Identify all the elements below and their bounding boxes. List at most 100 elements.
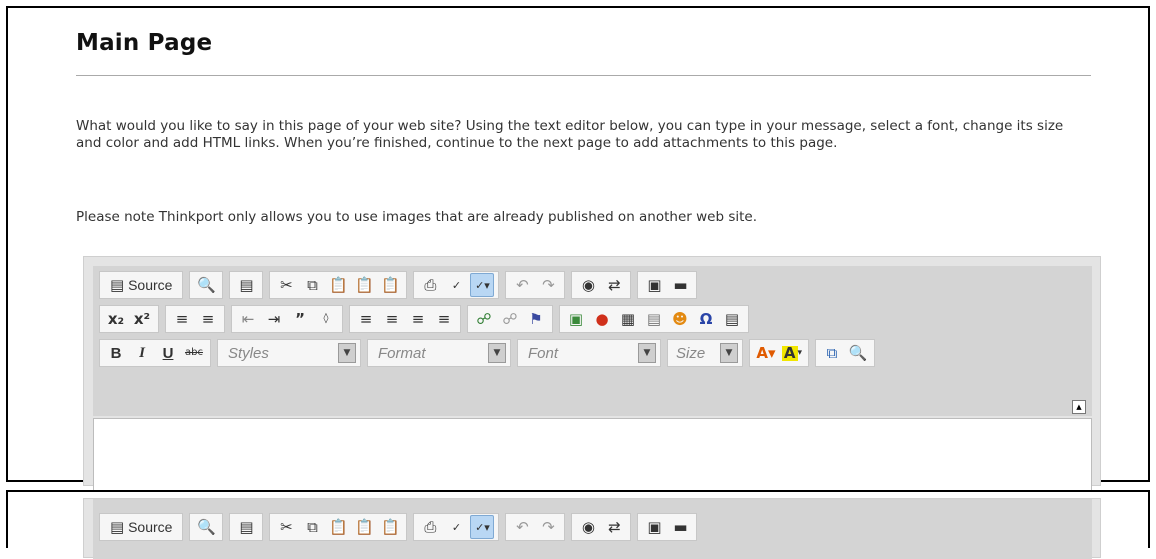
chevron-down-icon: ▼ bbox=[638, 343, 656, 363]
paste-word-button[interactable]: 📋 bbox=[378, 273, 402, 297]
table-button[interactable]: ▦ bbox=[616, 307, 640, 331]
templates-button[interactable]: ▤ bbox=[234, 273, 258, 297]
bulleted-list-button[interactable]: ≡ bbox=[196, 307, 220, 331]
align-center-icon: ≡ bbox=[385, 309, 399, 328]
document-icon: ▤ bbox=[110, 275, 125, 294]
paste-text-button[interactable]: 📋 bbox=[352, 273, 376, 297]
toolbar-row-2: x₂ x² ≡ ≡ ⇤ ⇥ ” ◊ ≡ ≡ ≡ ≡ ☍ ☍ ⚑ ▣ ● ▦ ▤ … bbox=[93, 303, 749, 335]
collapse-toolbar-button[interactable]: ▲ bbox=[1072, 400, 1086, 414]
strikethrough-icon: abc bbox=[185, 347, 203, 358]
redo-button[interactable]: ↷ bbox=[536, 515, 560, 539]
undo-button[interactable]: ↶ bbox=[510, 515, 534, 539]
flash-button[interactable]: ● bbox=[590, 307, 614, 331]
undo-arrow-icon: ↶ bbox=[516, 275, 529, 294]
find-button[interactable]: ◉ bbox=[576, 273, 600, 297]
remove-format-button[interactable]: ▬ bbox=[668, 273, 692, 297]
page-break-button[interactable]: ▤ bbox=[720, 307, 744, 331]
format-label: Format bbox=[378, 344, 426, 362]
flash-icon: ● bbox=[595, 309, 609, 328]
blockquote-button[interactable]: ” bbox=[288, 307, 312, 331]
anchor-button[interactable]: ⚑ bbox=[524, 307, 548, 331]
clipboard-group: ✂ ⧉ 📋 📋 📋 bbox=[269, 271, 408, 299]
styles-label: Styles bbox=[228, 344, 269, 362]
undo-button[interactable]: ↶ bbox=[510, 273, 534, 297]
replace-icon: ⇄ bbox=[608, 275, 621, 294]
source-button[interactable]: ▤ Source bbox=[104, 515, 178, 539]
print-button[interactable]: ⎙ bbox=[418, 515, 442, 539]
superscript-button[interactable]: x² bbox=[130, 307, 154, 331]
italic-button[interactable]: I bbox=[130, 341, 154, 365]
font-dropdown[interactable]: Font ▼ bbox=[517, 339, 661, 367]
chevron-down-icon: ▼ bbox=[338, 343, 356, 363]
bulleted-list-icon: ≡ bbox=[201, 309, 215, 328]
magnifier-icon: 🔍 bbox=[197, 275, 216, 294]
bg-color-button[interactable]: A ▾ bbox=[780, 341, 804, 365]
select-all-button[interactable]: ▣ bbox=[642, 515, 666, 539]
source-button[interactable]: ▤ Source bbox=[104, 273, 178, 297]
cut-button[interactable]: ✂ bbox=[274, 273, 298, 297]
find-button[interactable]: ◉ bbox=[576, 515, 600, 539]
preview-group: 🔍 bbox=[189, 271, 224, 299]
replace-icon: ⇄ bbox=[608, 517, 621, 536]
cut-button[interactable]: ✂ bbox=[274, 515, 298, 539]
unlink-button[interactable]: ☍ bbox=[498, 307, 522, 331]
align-left-button[interactable]: ≡ bbox=[354, 307, 378, 331]
copy-button[interactable]: ⧉ bbox=[300, 515, 324, 539]
spellcheck-button[interactable]: ✓ bbox=[444, 515, 468, 539]
spellcheck-icon: ✓ bbox=[451, 520, 462, 534]
spell-as-you-type-button[interactable]: ✓▾ bbox=[470, 515, 495, 539]
preview-button[interactable]: 🔍 bbox=[194, 273, 218, 297]
outdent-button[interactable]: ⇤ bbox=[236, 307, 260, 331]
templates-button[interactable]: ▤ bbox=[234, 515, 258, 539]
paste-text-icon: 📋 bbox=[355, 517, 374, 536]
special-char-button[interactable]: Ω bbox=[694, 307, 718, 331]
maximize-button[interactable]: ⧉ bbox=[820, 341, 844, 365]
styles-dropdown[interactable]: Styles ▼ bbox=[217, 339, 361, 367]
editor-content-area[interactable] bbox=[93, 418, 1092, 498]
subscript-button[interactable]: x₂ bbox=[104, 307, 128, 331]
image-icon: ▣ bbox=[568, 309, 584, 328]
align-center-button[interactable]: ≡ bbox=[380, 307, 404, 331]
script-group: x₂ x² bbox=[99, 305, 159, 333]
align-right-button[interactable]: ≡ bbox=[406, 307, 430, 331]
smiley-button[interactable]: ☻ bbox=[668, 307, 692, 331]
rich-text-editor: ▤ Source 🔍 ▤ ✂ ⧉ 📋 📋 📋 ⎙ ✓ ✓▾ ↶ ↷ ◉ ⇄ ▣ … bbox=[83, 256, 1101, 498]
intro-text: What would you like to say in this page … bbox=[76, 118, 1064, 151]
spell-as-you-type-button[interactable]: ✓▾ bbox=[470, 273, 495, 297]
text-color-button[interactable]: A▾ bbox=[754, 341, 778, 365]
preview-button[interactable]: 🔍 bbox=[194, 515, 218, 539]
bold-button[interactable]: B bbox=[104, 341, 128, 365]
paste-word-icon: 📋 bbox=[381, 275, 400, 294]
indent-button[interactable]: ⇥ bbox=[262, 307, 286, 331]
replace-button[interactable]: ⇄ bbox=[602, 273, 626, 297]
copy-button[interactable]: ⧉ bbox=[300, 273, 324, 297]
create-div-button[interactable]: ◊ bbox=[314, 307, 338, 331]
image-button[interactable]: ▣ bbox=[564, 307, 588, 331]
source-group: ▤ Source bbox=[99, 271, 184, 299]
copy-icon: ⧉ bbox=[307, 517, 318, 536]
justify-button[interactable]: ≡ bbox=[432, 307, 456, 331]
basic-style-group: B I U abc bbox=[99, 339, 211, 367]
remove-format-button[interactable]: ▬ bbox=[668, 515, 692, 539]
redo-button[interactable]: ↷ bbox=[536, 273, 560, 297]
paste-text-button[interactable]: 📋 bbox=[352, 515, 376, 539]
paste-button[interactable]: 📋 bbox=[326, 273, 350, 297]
spellcheck-button[interactable]: ✓ bbox=[444, 273, 468, 297]
quote-icon: ” bbox=[295, 309, 305, 328]
replace-button[interactable]: ⇄ bbox=[602, 515, 626, 539]
size-dropdown[interactable]: Size ▼ bbox=[667, 339, 743, 367]
paste-button[interactable]: 📋 bbox=[326, 515, 350, 539]
paste-word-button[interactable]: 📋 bbox=[378, 515, 402, 539]
numbered-list-button[interactable]: ≡ bbox=[170, 307, 194, 331]
underline-button[interactable]: U bbox=[156, 341, 180, 365]
document-icon: ▤ bbox=[110, 517, 125, 536]
show-blocks-button[interactable]: 🔍 bbox=[846, 341, 870, 365]
page-break-icon: ▤ bbox=[724, 309, 740, 328]
strikethrough-button[interactable]: abc bbox=[182, 341, 206, 365]
link-button[interactable]: ☍ bbox=[472, 307, 496, 331]
print-button[interactable]: ⎙ bbox=[418, 273, 442, 297]
horizontal-rule-button[interactable]: ▤ bbox=[642, 307, 666, 331]
div-icon: ◊ bbox=[323, 313, 329, 324]
format-dropdown[interactable]: Format ▼ bbox=[367, 339, 511, 367]
select-all-button[interactable]: ▣ bbox=[642, 273, 666, 297]
